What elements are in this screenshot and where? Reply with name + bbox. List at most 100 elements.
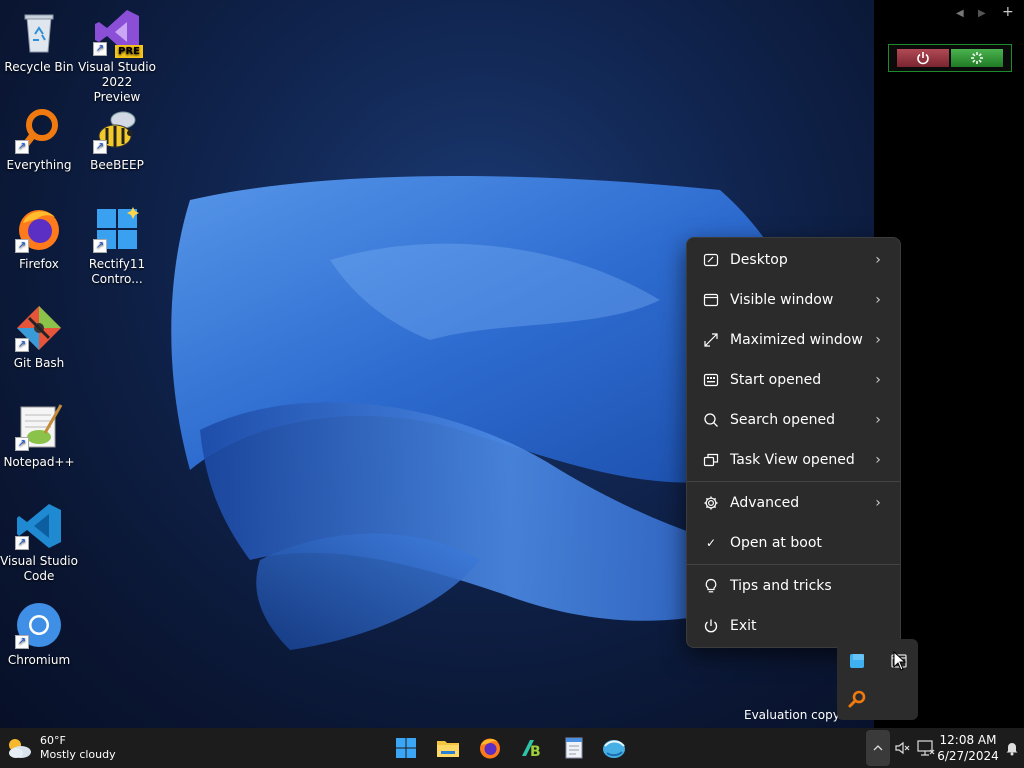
file-explorer-button[interactable]	[434, 734, 462, 762]
mouse-cursor-icon	[893, 651, 907, 671]
power-control-widget	[888, 44, 1012, 72]
menu-item-maximized-window[interactable]: Maximized window ›	[691, 322, 896, 358]
menu-separator	[687, 564, 900, 565]
network-disconnected-icon	[917, 740, 935, 756]
desktop-icon-beebeep[interactable]: ↗ BeeBEEP	[78, 106, 156, 173]
shortcut-arrow-icon: ↗	[93, 42, 107, 56]
weather-temperature: 60°F	[40, 734, 66, 747]
desktop-icon-label: Everything	[6, 158, 72, 172]
windows-logo-icon	[396, 738, 416, 758]
shortcut-arrow-icon: ↗	[15, 140, 29, 154]
window-icon	[703, 293, 719, 307]
clock-time: 12:08 AM	[939, 733, 997, 747]
start-menu-icon	[703, 373, 719, 387]
power-off-button[interactable]	[897, 49, 949, 67]
svg-text:B: B	[530, 744, 541, 760]
desktop-icon-chromium[interactable]: ↗ Chromium	[0, 601, 78, 668]
gear-icon	[704, 496, 718, 510]
desktop-icon	[703, 253, 719, 267]
chevron-right-icon: ›	[875, 332, 881, 348]
restart-button[interactable]	[951, 49, 1003, 67]
desktop-icon-label: Visual Studio 2022 Preview	[78, 60, 156, 104]
shortcut-arrow-icon: ↗	[93, 140, 107, 154]
notepad-icon	[565, 737, 583, 759]
chevron-up-icon	[873, 745, 883, 751]
firefox-taskbar-button[interactable]	[476, 734, 504, 762]
globe-app-icon	[603, 740, 625, 758]
menu-item-tips-and-tricks[interactable]: Tips and tricks	[691, 568, 896, 604]
desktop-icon-everything[interactable]: ↗ Everything	[0, 106, 78, 173]
tray-overflow-popup	[837, 639, 918, 720]
maximize-icon	[704, 333, 718, 347]
taskbar: 60°F Mostly cloudy B 12:08 AM 6/27/2024	[0, 728, 1024, 768]
taskbar-tool-button[interactable]: B	[518, 734, 546, 762]
menu-item-search-opened[interactable]: Search opened ›	[691, 402, 896, 438]
shortcut-arrow-icon: ↗	[15, 635, 29, 649]
recycle-bin-icon	[24, 14, 54, 53]
menu-item-advanced[interactable]: Advanced ›	[691, 485, 896, 521]
tray-app-everything-button[interactable]	[847, 689, 867, 709]
notepad-taskbar-button[interactable]	[560, 734, 588, 762]
desktop-icon-visual-studio-preview[interactable]: PRE ↗ Visual Studio 2022 Preview	[78, 8, 156, 105]
menu-item-label: Exit	[730, 618, 757, 634]
power-icon	[704, 619, 718, 633]
chevron-right-icon: ›	[875, 452, 881, 468]
checkmark-icon: ✓	[705, 536, 717, 550]
desktop-icon-label: Git Bash	[13, 356, 65, 370]
chevron-right-icon: ›	[875, 495, 881, 511]
tray-app-rectify-button[interactable]	[847, 651, 867, 671]
menu-item-label: Desktop	[730, 252, 788, 268]
desktop-icon-label: Firefox	[19, 257, 59, 271]
chevron-right-icon: ›	[875, 412, 881, 428]
desktop-icon-label: Chromium	[7, 653, 71, 667]
toolbox-app-icon: B	[522, 740, 541, 760]
shortcut-arrow-icon: ↗	[15, 536, 29, 550]
speaker-muted-icon	[895, 741, 910, 755]
desktop-icon-label: BeeBEEP	[90, 158, 144, 172]
menu-item-task-view-opened[interactable]: Task View opened ›	[691, 442, 896, 478]
shortcut-arrow-icon: ↗	[93, 239, 107, 253]
menu-item-label: Start opened	[730, 372, 822, 388]
bell-icon	[1006, 743, 1018, 756]
menu-item-desktop[interactable]: Desktop ›	[691, 242, 896, 278]
desktop-icon-rectify11[interactable]: ↗ Rectify11 Contro...	[78, 205, 156, 287]
desktop-icon-label: Visual Studio Code	[0, 554, 78, 583]
menu-item-label: Open at boot	[730, 535, 822, 551]
nav-next-button[interactable]: ▶	[978, 8, 986, 19]
everything-search-icon	[848, 690, 866, 708]
folder-icon	[437, 741, 459, 757]
desktop-icon-firefox[interactable]: ↗ Firefox	[0, 205, 78, 272]
desktop-icon-recycle-bin[interactable]: Recycle Bin	[0, 8, 78, 75]
browser-taskbar-button[interactable]	[600, 734, 628, 762]
spinner-icon	[971, 52, 983, 64]
weather-widget[interactable]: 60°F Mostly cloudy	[6, 734, 116, 762]
shortcut-arrow-icon: ↗	[15, 338, 29, 352]
task-view-icon	[703, 453, 719, 467]
desktop-icon-label: Recycle Bin	[4, 60, 74, 74]
desktop-icon-notepad-plus-plus[interactable]: ↗ Notepad++	[0, 403, 78, 470]
start-button[interactable]	[392, 734, 420, 762]
preview-badge: PRE	[115, 45, 143, 58]
menu-item-start-opened[interactable]: Start opened ›	[691, 362, 896, 398]
desktop-icon-git-bash[interactable]: ↗ Git Bash	[0, 304, 78, 371]
shortcut-arrow-icon: ↗	[15, 437, 29, 451]
volume-muted-button[interactable]	[894, 740, 912, 756]
system-clock[interactable]: 12:08 AM 6/27/2024	[936, 732, 1000, 764]
menu-item-open-at-boot[interactable]: ✓ Open at boot	[691, 525, 896, 561]
partly-cloudy-icon	[9, 739, 31, 758]
power-icon	[917, 52, 929, 65]
menu-item-visible-window[interactable]: Visible window ›	[691, 282, 896, 318]
search-icon	[704, 413, 718, 427]
menu-item-label: Task View opened	[730, 452, 855, 468]
menu-item-label: Search opened	[730, 412, 835, 428]
notifications-button[interactable]	[1004, 740, 1020, 756]
menu-item-label: Tips and tricks	[730, 578, 832, 594]
nav-add-button[interactable]: +	[1002, 4, 1014, 20]
nav-prev-button[interactable]: ◀	[956, 8, 964, 19]
show-hidden-icons-button[interactable]	[866, 730, 890, 766]
lightbulb-icon	[705, 578, 717, 593]
network-button[interactable]	[916, 739, 936, 757]
menu-item-label: Advanced	[730, 495, 800, 511]
firefox-icon	[480, 738, 500, 759]
desktop-icon-vscode[interactable]: ↗ Visual Studio Code	[0, 502, 78, 584]
